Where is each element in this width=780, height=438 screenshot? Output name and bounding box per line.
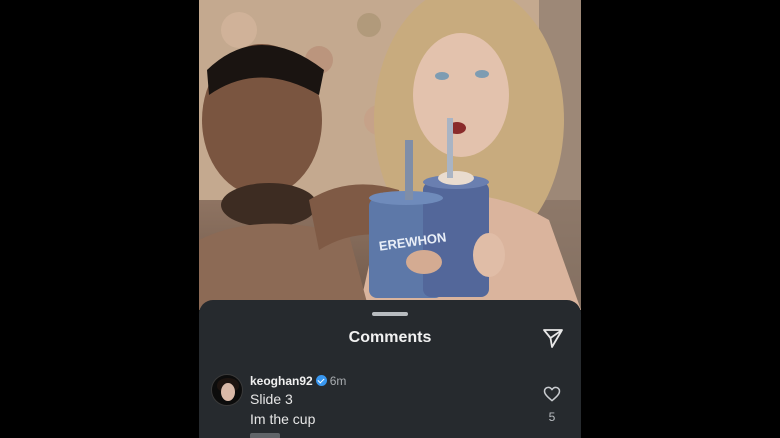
verified-badge-icon [315,375,327,386]
comment-username[interactable]: keoghan92 [250,374,313,388]
comment-text-line: Slide 3 [250,391,293,407]
comment-text-line: Im the cup [250,411,316,427]
sheet-title: Comments [348,329,432,346]
comment-meta: keoghan92 6m [250,374,346,388]
like-button[interactable] [542,384,562,404]
photo-illustration: EREWHON [199,0,581,310]
sheet-grabber[interactable] [372,312,408,316]
paper-plane-icon [543,329,563,348]
phone-screen: EREWHON Comments keoghan92 6m Slide 3 Im … [199,0,581,438]
post-photo[interactable]: EREWHON [199,0,581,310]
comment-item: keoghan92 6m Slide 3 Im the cup 5 [199,370,581,438]
heart-icon [543,386,561,402]
avatar[interactable] [211,374,243,406]
share-button[interactable] [541,326,565,350]
comments-sheet: Comments keoghan92 6m Slide 3 Im the cup … [199,300,581,438]
like-count: 5 [548,410,556,424]
comment-time: 6m [329,374,347,388]
reply-link-partial[interactable] [250,433,280,438]
